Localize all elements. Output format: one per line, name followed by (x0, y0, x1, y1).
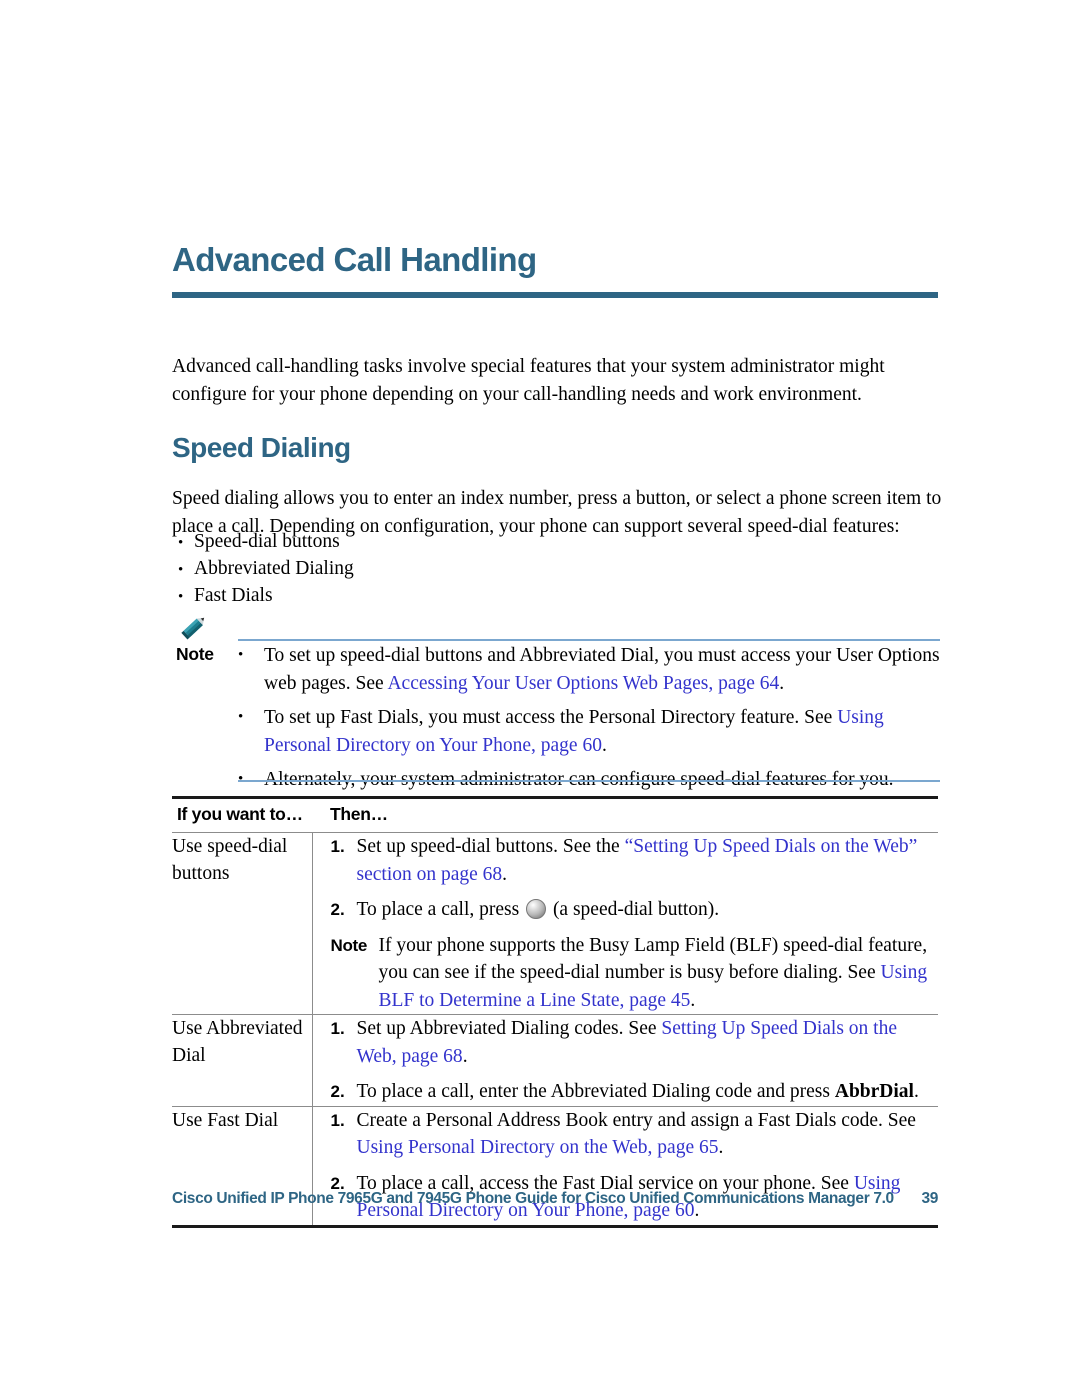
document-page: Advanced Call Handling Advanced call-han… (0, 0, 1080, 1397)
task-cell: Use speed-dial buttons (172, 832, 312, 1015)
note-item-text: To set up speed-dial buttons and Abbrevi… (264, 642, 940, 697)
step-text-pre: To place a call, press (356, 899, 525, 920)
note-text-post: . (690, 989, 696, 1011)
note-label: Note (176, 644, 214, 664)
step-item: 1. Set up speed-dial buttons. See the “S… (313, 833, 939, 888)
step-number: 1. (330, 1110, 345, 1130)
note-item-list: • To set up speed-dial buttons and Abbre… (238, 642, 940, 801)
footer-page-number: 39 (921, 1190, 938, 1207)
procedure-table: If you want to… Then… Use speed-dial but… (172, 796, 938, 1228)
step-number: 1. (330, 1019, 345, 1038)
step-text-post: . (502, 863, 508, 885)
note-item-text-post: . (601, 734, 607, 756)
note-list-item: • To set up speed-dial buttons and Abbre… (238, 642, 940, 697)
step-text-post: . (718, 1137, 724, 1158)
note-top-rule (238, 639, 940, 641)
step-text: To place a call, enter the Abbreviated D… (357, 1078, 939, 1106)
step-item: 1. Create a Personal Address Book entry … (313, 1107, 939, 1162)
step-number: 1. (330, 837, 345, 856)
task-cell: Use Abbreviated Dial (172, 1014, 312, 1107)
list-item: • Fast Dials (172, 582, 772, 609)
step-item: 2. To place a call, enter the Abbreviate… (313, 1078, 939, 1106)
step-text-pre: Create a Personal Address Book entry and… (356, 1109, 916, 1131)
column-header-if-you-want-to: If you want to… (172, 796, 312, 833)
table-row: Use Fast Dial 1. Create a Personal Addre… (172, 1106, 939, 1228)
section-heading-speed-dialing: Speed Dialing (172, 432, 351, 463)
step-item: 1. Set up Abbreviated Dialing codes. See… (313, 1015, 939, 1070)
note-list-item: • To set up Fast Dials, you must access … (238, 704, 940, 759)
note-text: If your phone supports the Busy Lamp Fie… (379, 932, 939, 1015)
step-text: Set up Abbreviated Dialing codes. See Se… (357, 1015, 939, 1070)
table-row: Use Abbreviated Dial 1. Set up Abbreviat… (172, 1014, 939, 1107)
table-row: Use speed-dial buttons 1. Set up speed-d… (172, 832, 939, 1015)
cross-reference-link[interactable]: Accessing Your User Options Web Pages, p… (387, 673, 779, 694)
note-item-text-pre: To set up Fast Dials, you must access th… (264, 707, 838, 728)
pencil-icon (178, 614, 212, 640)
bullet-icon: • (238, 709, 244, 725)
note-label: Note (330, 935, 368, 955)
step-text: Set up speed-dial buttons. See the “Sett… (357, 833, 939, 888)
bullet-icon: • (178, 535, 184, 551)
list-item: • Abbreviated Dialing (172, 555, 772, 582)
feature-bullet-list: • Speed-dial buttons • Abbreviated Diali… (172, 528, 772, 609)
note-item-text: To set up Fast Dials, you must access th… (264, 704, 940, 759)
bullet-icon: • (178, 562, 184, 578)
step-number: 2. (330, 900, 345, 919)
list-item: • Speed-dial buttons (172, 528, 772, 555)
page-title: Advanced Call Handling (172, 241, 537, 278)
step-text-pre: Set up speed-dial buttons. See the (356, 836, 625, 857)
step-text-post: . (462, 1045, 468, 1067)
intro-paragraph: Advanced call-handling tasks involve spe… (172, 356, 885, 405)
page-footer: Cisco Unified IP Phone 7965G and 7945G P… (172, 1190, 938, 1208)
steps-cell: 1. Set up speed-dial buttons. See the “S… (311, 832, 939, 1015)
step-text: Create a Personal Address Book entry and… (357, 1107, 939, 1162)
step-item: 2. To place a call, press (a speed-dial … (313, 896, 939, 924)
step-text-pre: To place a call, enter the Abbreviated D… (356, 1081, 835, 1102)
bullet-icon: • (238, 647, 244, 663)
footer-document-title: Cisco Unified IP Phone 7965G and 7945G P… (172, 1190, 894, 1207)
note-bottom-rule (238, 780, 940, 782)
note-item-text-post: . (779, 672, 785, 694)
softkey-label: AbbrDial (834, 1081, 914, 1102)
bullet-icon: • (178, 589, 184, 605)
step-number: 2. (330, 1082, 345, 1101)
list-item-label: Abbreviated Dialing (194, 558, 354, 579)
steps-cell: 1. Set up Abbreviated Dialing codes. See… (311, 1014, 939, 1107)
step-text: To place a call, press (a speed-dial but… (357, 896, 939, 924)
list-item-label: Speed-dial buttons (194, 531, 340, 552)
cross-reference-link[interactable]: Using Personal Directory on the Web, pag… (357, 1137, 719, 1158)
title-underline-rule (172, 292, 938, 298)
table-header-row: If you want to… Then… (172, 796, 938, 833)
list-item-label: Fast Dials (194, 585, 273, 606)
step-text-post: . (913, 1081, 919, 1102)
task-cell: Use Fast Dial (172, 1106, 312, 1228)
steps-cell: 1. Create a Personal Address Book entry … (311, 1106, 939, 1228)
column-header-then: Then… (312, 796, 938, 833)
note-text-pre: If your phone supports the Busy Lamp Fie… (378, 934, 928, 984)
step-text-post: (a speed-dial button). (548, 899, 720, 920)
step-text-pre: Set up Abbreviated Dialing codes. See (356, 1018, 662, 1039)
speed-dial-button-icon (526, 899, 547, 919)
step-note-item: Note If your phone supports the Busy Lam… (313, 932, 939, 1015)
